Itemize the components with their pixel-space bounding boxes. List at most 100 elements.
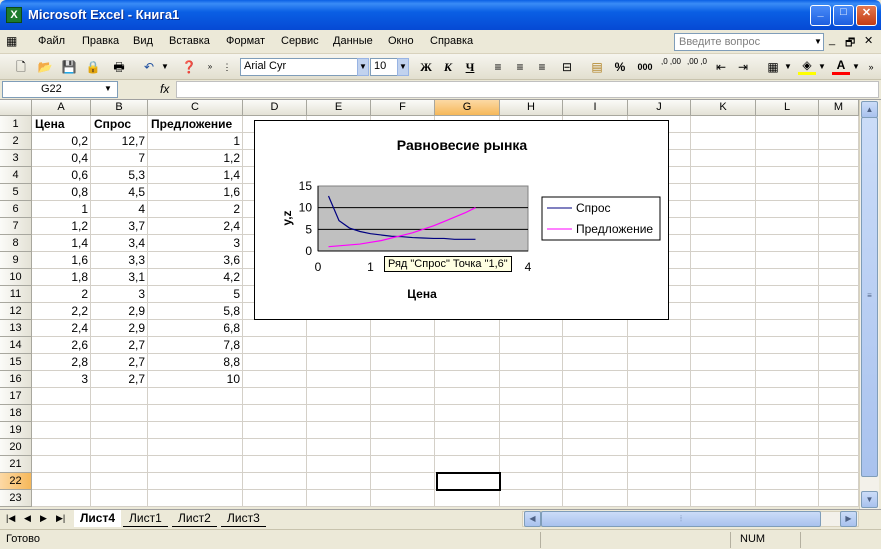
row-header[interactable]: 8: [0, 235, 32, 252]
underline-button[interactable]: Ч: [462, 57, 478, 77]
font-name-select[interactable]: Arial Cyr: [240, 58, 358, 76]
menu-file[interactable]: Файл: [38, 35, 65, 47]
vertical-scrollbar[interactable]: ▲ ≡ ▼: [859, 100, 879, 509]
cell[interactable]: 0,2: [32, 133, 91, 150]
cell[interactable]: 0,8: [32, 184, 91, 201]
row-header[interactable]: 13: [0, 320, 32, 337]
column-header[interactable]: D: [243, 100, 307, 116]
menu-tools[interactable]: Сервис: [281, 35, 319, 47]
cell[interactable]: 1,4: [32, 235, 91, 252]
cell[interactable]: 3,7: [91, 218, 148, 235]
row-header[interactable]: 10: [0, 269, 32, 286]
column-header[interactable]: L: [756, 100, 819, 116]
cell[interactable]: 1: [32, 201, 91, 218]
new-document-icon[interactable]: 🗋: [12, 57, 30, 77]
cell[interactable]: 0,4: [32, 150, 91, 167]
row-header[interactable]: 4: [0, 167, 32, 184]
toolbar-options-icon[interactable]: »: [205, 57, 215, 77]
row-header[interactable]: 15: [0, 354, 32, 371]
cell[interactable]: 4,5: [91, 184, 148, 201]
sheet-tab[interactable]: Лист1: [123, 510, 168, 527]
row-header[interactable]: 5: [0, 184, 32, 201]
column-header[interactable]: C: [148, 100, 243, 116]
cell[interactable]: 2,7: [91, 354, 148, 371]
cell[interactable]: 2,9: [91, 303, 148, 320]
cell[interactable]: 3,4: [91, 235, 148, 252]
fill-color-dropdown-icon[interactable]: ▼: [818, 57, 826, 77]
cell[interactable]: 3,3: [91, 252, 148, 269]
active-cell[interactable]: [436, 472, 501, 491]
scroll-right-icon[interactable]: ▶: [840, 511, 857, 527]
cell[interactable]: Предложение: [148, 116, 243, 133]
cell[interactable]: 8,8: [148, 354, 243, 371]
cell[interactable]: 2,8: [32, 354, 91, 371]
vertical-scroll-thumb[interactable]: ≡: [861, 117, 878, 477]
print-icon[interactable]: 🖶: [110, 57, 128, 77]
cell[interactable]: 1,2: [32, 218, 91, 235]
row-header[interactable]: 12: [0, 303, 32, 320]
sheet-tab[interactable]: Лист2: [172, 510, 217, 527]
font-color-dropdown-icon[interactable]: ▼: [852, 57, 860, 77]
help-icon[interactable]: ❓: [180, 57, 198, 77]
cell[interactable]: 7,8: [148, 337, 243, 354]
cell[interactable]: 12,7: [91, 133, 148, 150]
cell[interactable]: 1,2: [148, 150, 243, 167]
first-sheet-icon[interactable]: |◀: [6, 513, 15, 524]
open-folder-icon[interactable]: 📂: [36, 57, 54, 77]
maximize-button[interactable]: □: [833, 5, 854, 26]
font-name-dropdown-icon[interactable]: ▼: [357, 58, 369, 76]
doc-close-button[interactable]: ✕: [864, 34, 873, 47]
borders-dropdown-icon[interactable]: ▼: [784, 57, 792, 77]
prev-sheet-icon[interactable]: ◀: [24, 513, 31, 524]
horizontal-scroll-thumb[interactable]: ⦙: [541, 511, 821, 527]
sheet-tab-active[interactable]: Лист4: [74, 510, 122, 527]
insert-function-button[interactable]: fx: [160, 82, 169, 96]
menu-edit[interactable]: Правка: [82, 35, 119, 47]
column-header[interactable]: H: [500, 100, 563, 116]
bold-button[interactable]: Ж: [418, 57, 434, 77]
cell[interactable]: 4,2: [148, 269, 243, 286]
cell[interactable]: 6,8: [148, 320, 243, 337]
percent-button[interactable]: %: [612, 57, 628, 77]
align-center-icon[interactable]: ≡: [512, 57, 528, 77]
row-header[interactable]: 6: [0, 201, 32, 218]
doc-icon[interactable]: ▦: [6, 34, 17, 48]
row-header[interactable]: 21: [0, 456, 32, 473]
cell[interactable]: 5: [148, 286, 243, 303]
formula-input[interactable]: [176, 81, 879, 98]
next-sheet-icon[interactable]: ▶: [40, 513, 47, 524]
align-left-icon[interactable]: ≡: [490, 57, 506, 77]
row-header[interactable]: 17: [0, 388, 32, 405]
column-header[interactable]: M: [819, 100, 859, 116]
cell[interactable]: 7: [91, 150, 148, 167]
select-all-corner[interactable]: [0, 100, 32, 116]
cell[interactable]: 1,4: [148, 167, 243, 184]
row-header[interactable]: 16: [0, 371, 32, 388]
cell[interactable]: 3,1: [91, 269, 148, 286]
doc-minimize-icon[interactable]: _: [829, 34, 835, 46]
row-header[interactable]: 11: [0, 286, 32, 303]
thousands-button[interactable]: 000: [634, 57, 656, 77]
cell[interactable]: 3,6: [148, 252, 243, 269]
save-icon[interactable]: 💾: [60, 57, 78, 77]
scroll-up-icon[interactable]: ▲: [861, 101, 878, 118]
scroll-down-icon[interactable]: ▼: [861, 491, 878, 508]
row-header[interactable]: 3: [0, 150, 32, 167]
increase-decimal-button[interactable]: ,0 ,00: [660, 57, 682, 77]
row-header[interactable]: 1: [0, 116, 32, 133]
cell[interactable]: 5,3: [91, 167, 148, 184]
column-header[interactable]: K: [691, 100, 756, 116]
row-header[interactable]: 23: [0, 490, 32, 507]
minimize-button[interactable]: _: [810, 5, 831, 26]
decrease-indent-icon[interactable]: ⇤: [712, 57, 730, 77]
row-header[interactable]: 20: [0, 439, 32, 456]
sheet-tab[interactable]: Лист3: [221, 510, 266, 527]
menu-help[interactable]: Справка: [430, 35, 473, 47]
row-header[interactable]: 22: [0, 473, 32, 490]
ask-question-input[interactable]: Введите вопрос: [674, 33, 824, 51]
cell[interactable]: 2,9: [91, 320, 148, 337]
column-header[interactable]: E: [307, 100, 371, 116]
borders-icon[interactable]: ▦: [764, 57, 782, 77]
cell[interactable]: 2,7: [91, 371, 148, 388]
menu-insert[interactable]: Вставка: [169, 35, 210, 47]
